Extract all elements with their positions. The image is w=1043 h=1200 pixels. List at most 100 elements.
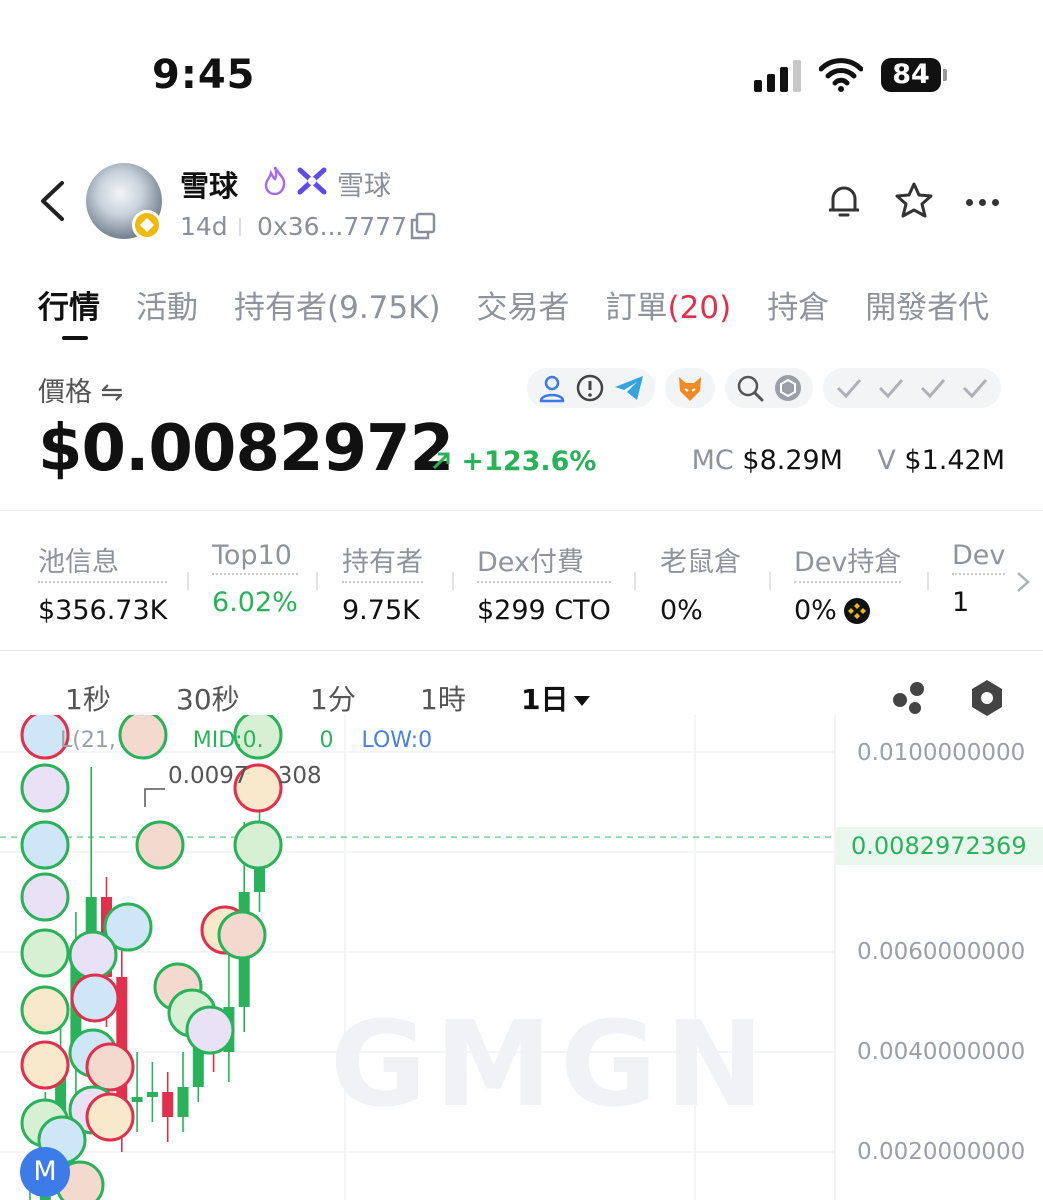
stat-value: 9.75K — [342, 595, 420, 626]
orders-count-badge: (20) — [667, 290, 732, 326]
caret-down-icon — [574, 696, 591, 706]
bnb-icon — [843, 597, 870, 624]
stat-pool-info[interactable]: 池信息 $356.73K — [38, 540, 168, 626]
high-price-marker: 0.009776308 — [168, 763, 322, 789]
bubble-map-icon[interactable] — [890, 680, 930, 716]
candle-body — [146, 1092, 158, 1097]
tab-orders[interactable]: 訂單(20) — [606, 282, 732, 327]
y-axis-label: 0.0100000000 — [857, 740, 1026, 766]
trader-avatar — [70, 973, 120, 1023]
chevron-right-icon[interactable] — [1015, 570, 1031, 594]
stat-dev[interactable]: Dev 1 — [952, 540, 1006, 618]
status-time: 9:45 — [152, 52, 256, 98]
trader-avatar — [217, 910, 267, 960]
bnb-chain-badge-icon — [132, 210, 162, 240]
trader-avatar — [20, 1040, 70, 1090]
search-pill — [725, 368, 813, 408]
back-arrow-icon[interactable] — [38, 180, 66, 222]
stat-dex-paid[interactable]: Dex付費 $299 CTO — [477, 540, 611, 626]
volume-value: $1.42M — [904, 445, 1005, 476]
battery-icon: 84 — [881, 58, 947, 92]
token-alias: 雪球 — [337, 171, 391, 202]
bell-icon[interactable] — [823, 180, 865, 222]
candle-body — [162, 1092, 174, 1117]
divider — [0, 650, 1043, 651]
star-icon[interactable] — [893, 180, 935, 222]
explorer-icon[interactable] — [773, 373, 803, 403]
stat-value: 0% — [660, 595, 703, 626]
cellular-signal-icon — [754, 58, 801, 92]
y-axis-label: 0.0040000000 — [857, 1039, 1026, 1065]
stat-label: 池信息 — [38, 540, 168, 583]
copy-icon[interactable] — [410, 212, 436, 240]
ohlc-mid-tail: 0 — [319, 728, 334, 753]
fox-icon[interactable] — [675, 373, 705, 403]
active-tab-indicator — [62, 336, 88, 340]
timeframe-1h[interactable]: 1時 — [420, 678, 466, 718]
x-logo-icon[interactable] — [297, 167, 327, 195]
battery-level: 84 — [881, 58, 941, 92]
timeframe-1d-label: 1日 — [521, 683, 569, 716]
social-pill — [527, 368, 655, 408]
tab-activity[interactable]: 活動 — [136, 282, 198, 327]
fox-pill — [665, 368, 715, 408]
trader-avatar — [20, 928, 70, 978]
volume-label: V — [877, 445, 896, 476]
check-icon — [920, 379, 946, 399]
watermark: GMGN — [330, 995, 772, 1133]
high-marker-line — [144, 788, 165, 807]
separator — [452, 572, 454, 590]
timeframe-1m[interactable]: 1分 — [310, 678, 356, 718]
tab-positions[interactable]: 持倉 — [767, 282, 829, 327]
tab-holders[interactable]: 持有者(9.75K) — [234, 282, 441, 327]
timeframe-1d[interactable]: 1日 — [521, 678, 591, 718]
stat-label: Dev — [952, 540, 1006, 575]
high-price-tail: 308 — [277, 763, 322, 789]
candle-body — [131, 1097, 143, 1102]
wifi-icon — [819, 58, 863, 92]
more-icon[interactable] — [966, 199, 999, 206]
stat-dev-holdings[interactable]: Dev持倉 0% — [794, 540, 902, 626]
user-avatar-badge[interactable]: M — [20, 1147, 70, 1197]
mc-value: $8.29M — [742, 445, 843, 476]
price-change: +123.6% — [430, 446, 597, 477]
contract-address[interactable]: 0x36...7777 — [257, 212, 407, 241]
token-age: 14d — [180, 212, 228, 241]
stat-holders[interactable]: 持有者 9.75K — [342, 540, 423, 626]
tab-bar: 行情 活動 持有者(9.75K) 交易者 訂單(20) 持倉 開發者代 — [38, 282, 989, 327]
stat-top10[interactable]: Top10 6.02% — [212, 540, 298, 618]
status-icons: 84 — [754, 58, 947, 92]
separator — [187, 572, 189, 590]
current-price: $0.0082972 — [38, 412, 454, 486]
trader-avatar — [20, 985, 70, 1035]
tab-dev-tokens[interactable]: 開發者代 — [865, 282, 989, 327]
current-price-tag: 0.0082972369 — [836, 827, 1043, 865]
stat-value: 0% — [794, 595, 837, 626]
stat-label: 持有者 — [342, 540, 423, 583]
stat-value: 1 — [952, 587, 970, 618]
user-icon[interactable] — [537, 373, 567, 403]
stat-insiders[interactable]: 老鼠倉 0% — [660, 540, 741, 626]
price-label[interactable]: 價格 ⇋ — [38, 370, 123, 409]
trader-avatar — [68, 930, 118, 980]
settings-hexagon-icon[interactable] — [968, 678, 1006, 718]
search-icon[interactable] — [735, 373, 765, 403]
y-axis-label: 0.0020000000 — [857, 1139, 1026, 1165]
trader-avatar — [135, 820, 185, 870]
tab-market[interactable]: 行情 — [38, 282, 100, 327]
trader-avatar — [185, 1005, 235, 1055]
checks-pill — [823, 368, 1001, 408]
telegram-icon[interactable] — [613, 373, 645, 403]
separator — [927, 572, 929, 590]
stat-value: $356.73K — [38, 595, 168, 626]
tab-orders-label: 訂單 — [605, 290, 668, 326]
warning-icon[interactable] — [575, 373, 605, 403]
trader-avatar — [20, 763, 70, 813]
tab-traders[interactable]: 交易者 — [477, 282, 570, 327]
y-axis-label: 0.0060000000 — [857, 939, 1026, 965]
trader-avatar — [233, 820, 283, 870]
timeframe-1s[interactable]: 1秒 — [65, 678, 111, 718]
separator — [316, 572, 318, 590]
timeframe-30s[interactable]: 30秒 — [176, 678, 240, 718]
separator — [239, 218, 241, 236]
